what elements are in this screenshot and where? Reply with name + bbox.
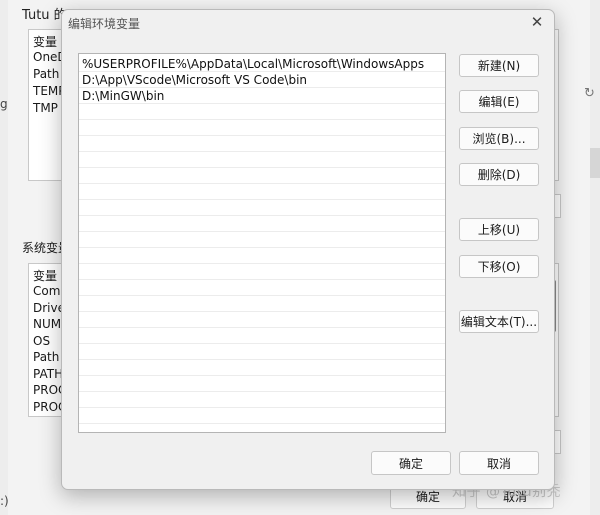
path-entries-list[interactable]: %USERPROFILE%\AppData\Local\Microsoft\Wi… [78,53,446,433]
list-item[interactable]: D:\App\VScode\Microsoft VS Code\bin [82,72,307,88]
move-up-button[interactable]: 上移(U) [459,218,539,241]
ok-button[interactable]: 确定 [371,451,451,475]
list-item[interactable]: NUM [33,317,61,331]
new-button[interactable]: 新建(N) [459,54,539,77]
column-header-variable: 变量 [33,35,58,49]
user-variables-list[interactable]: 变量 OneD Path TEMP TMP [28,29,67,181]
list-item[interactable]: Path [33,350,59,364]
close-icon[interactable]: ✕ [526,12,548,32]
dialog-title: 编辑环境变量 [68,17,141,31]
edit-text-button[interactable]: 编辑文本(T)... [459,310,539,333]
delete-button[interactable]: 删除(D) [459,163,539,186]
parent-window-title: Tutu 的 [22,8,67,23]
cancel-button[interactable]: 取消 [459,451,539,475]
system-variables-list[interactable]: 变量 ComS Drive NUM OS Path PATH PROC PROC [28,263,68,417]
side-text-fragment-bottom: :) [0,494,9,508]
refresh-icon: ↻ [584,86,595,101]
list-item[interactable]: D:\MinGW\bin [82,88,164,104]
list-item[interactable]: PATH [33,367,63,381]
browse-button[interactable]: 浏览(B)... [459,127,539,150]
list-item[interactable]: TMP [33,101,58,115]
background-strip [590,148,600,178]
list-item[interactable]: Path [33,67,59,81]
side-text-fragment: g [0,97,8,111]
column-header-variable: 变量 [33,269,58,283]
list-item[interactable]: %USERPROFILE%\AppData\Local\Microsoft\Wi… [82,56,424,72]
edit-environment-variable-dialog: 编辑环境变量 ✕ %USERPROFILE%\AppData\Local\Mic… [61,9,555,490]
move-down-button[interactable]: 下移(O) [459,255,539,278]
list-item[interactable]: OS [33,334,50,348]
edit-button[interactable]: 编辑(E) [459,90,539,113]
